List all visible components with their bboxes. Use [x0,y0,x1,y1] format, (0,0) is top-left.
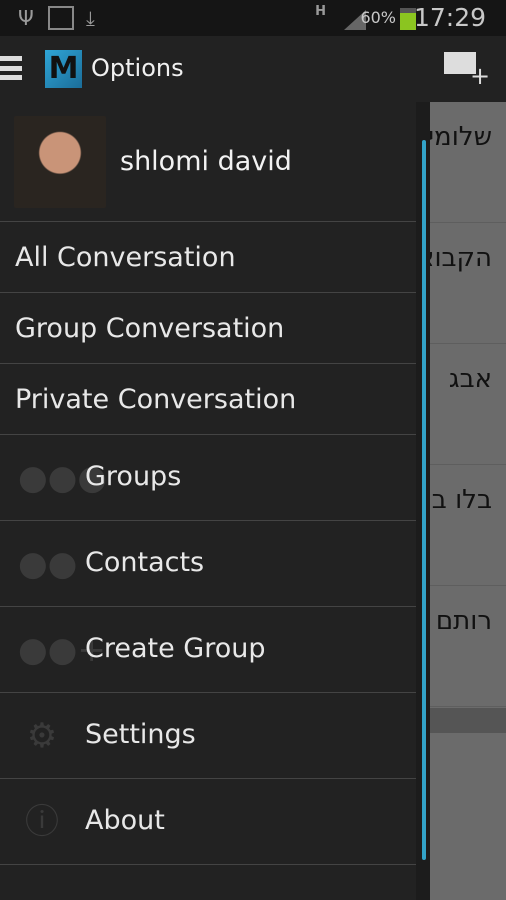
menu-item-settings[interactable]: ⚙ Settings [0,693,416,779]
menu-item-groups[interactable]: ●●● Groups [0,435,416,521]
battery-percent: 60% [360,8,396,27]
navigation-drawer: shlomi david All Conversation Group Conv… [0,102,416,900]
contacts-icon: ●● [18,544,78,584]
menu-label: About [85,805,165,836]
clock: 17:29 [413,3,486,32]
usb-icon: Ψ [18,6,34,30]
menu-item-group-conversation[interactable]: Group Conversation [0,293,416,364]
menu-item-private-conversation[interactable]: Private Conversation [0,364,416,435]
menu-item-all-conversation[interactable]: All Conversation [0,222,416,293]
status-bar: Ψ ⤓ H 60% 17:29 [0,0,506,36]
app-logo[interactable]: M [45,50,82,88]
drawer-toggle-icon[interactable] [0,56,22,80]
groups-icon: ●●● [18,458,108,498]
create-group-icon: ●●+ [18,630,106,670]
download-icon: ⤓ [86,6,95,30]
gear-icon: ⚙ [26,716,58,756]
action-bar: M Options [0,36,506,102]
menu-label: Create Group [85,633,266,664]
menu-item-contacts[interactable]: ●● Contacts [0,521,416,607]
user-profile[interactable]: shlomi david [0,102,416,222]
scrollbar[interactable] [422,140,426,860]
menu-label: Groups [85,461,182,492]
mail-plus-icon[interactable] [444,52,490,90]
image-icon [48,6,74,30]
info-icon: ⓘ [25,802,59,842]
user-name: shlomi david [120,146,292,177]
menu-item-create-group[interactable]: ●●+ Create Group [0,607,416,693]
avatar [14,116,106,208]
network-type: H [315,4,326,19]
page-title: Options [91,54,184,82]
menu-label: Contacts [85,547,205,578]
menu-label: Settings [85,719,196,750]
menu-item-about[interactable]: ⓘ About [0,779,416,865]
